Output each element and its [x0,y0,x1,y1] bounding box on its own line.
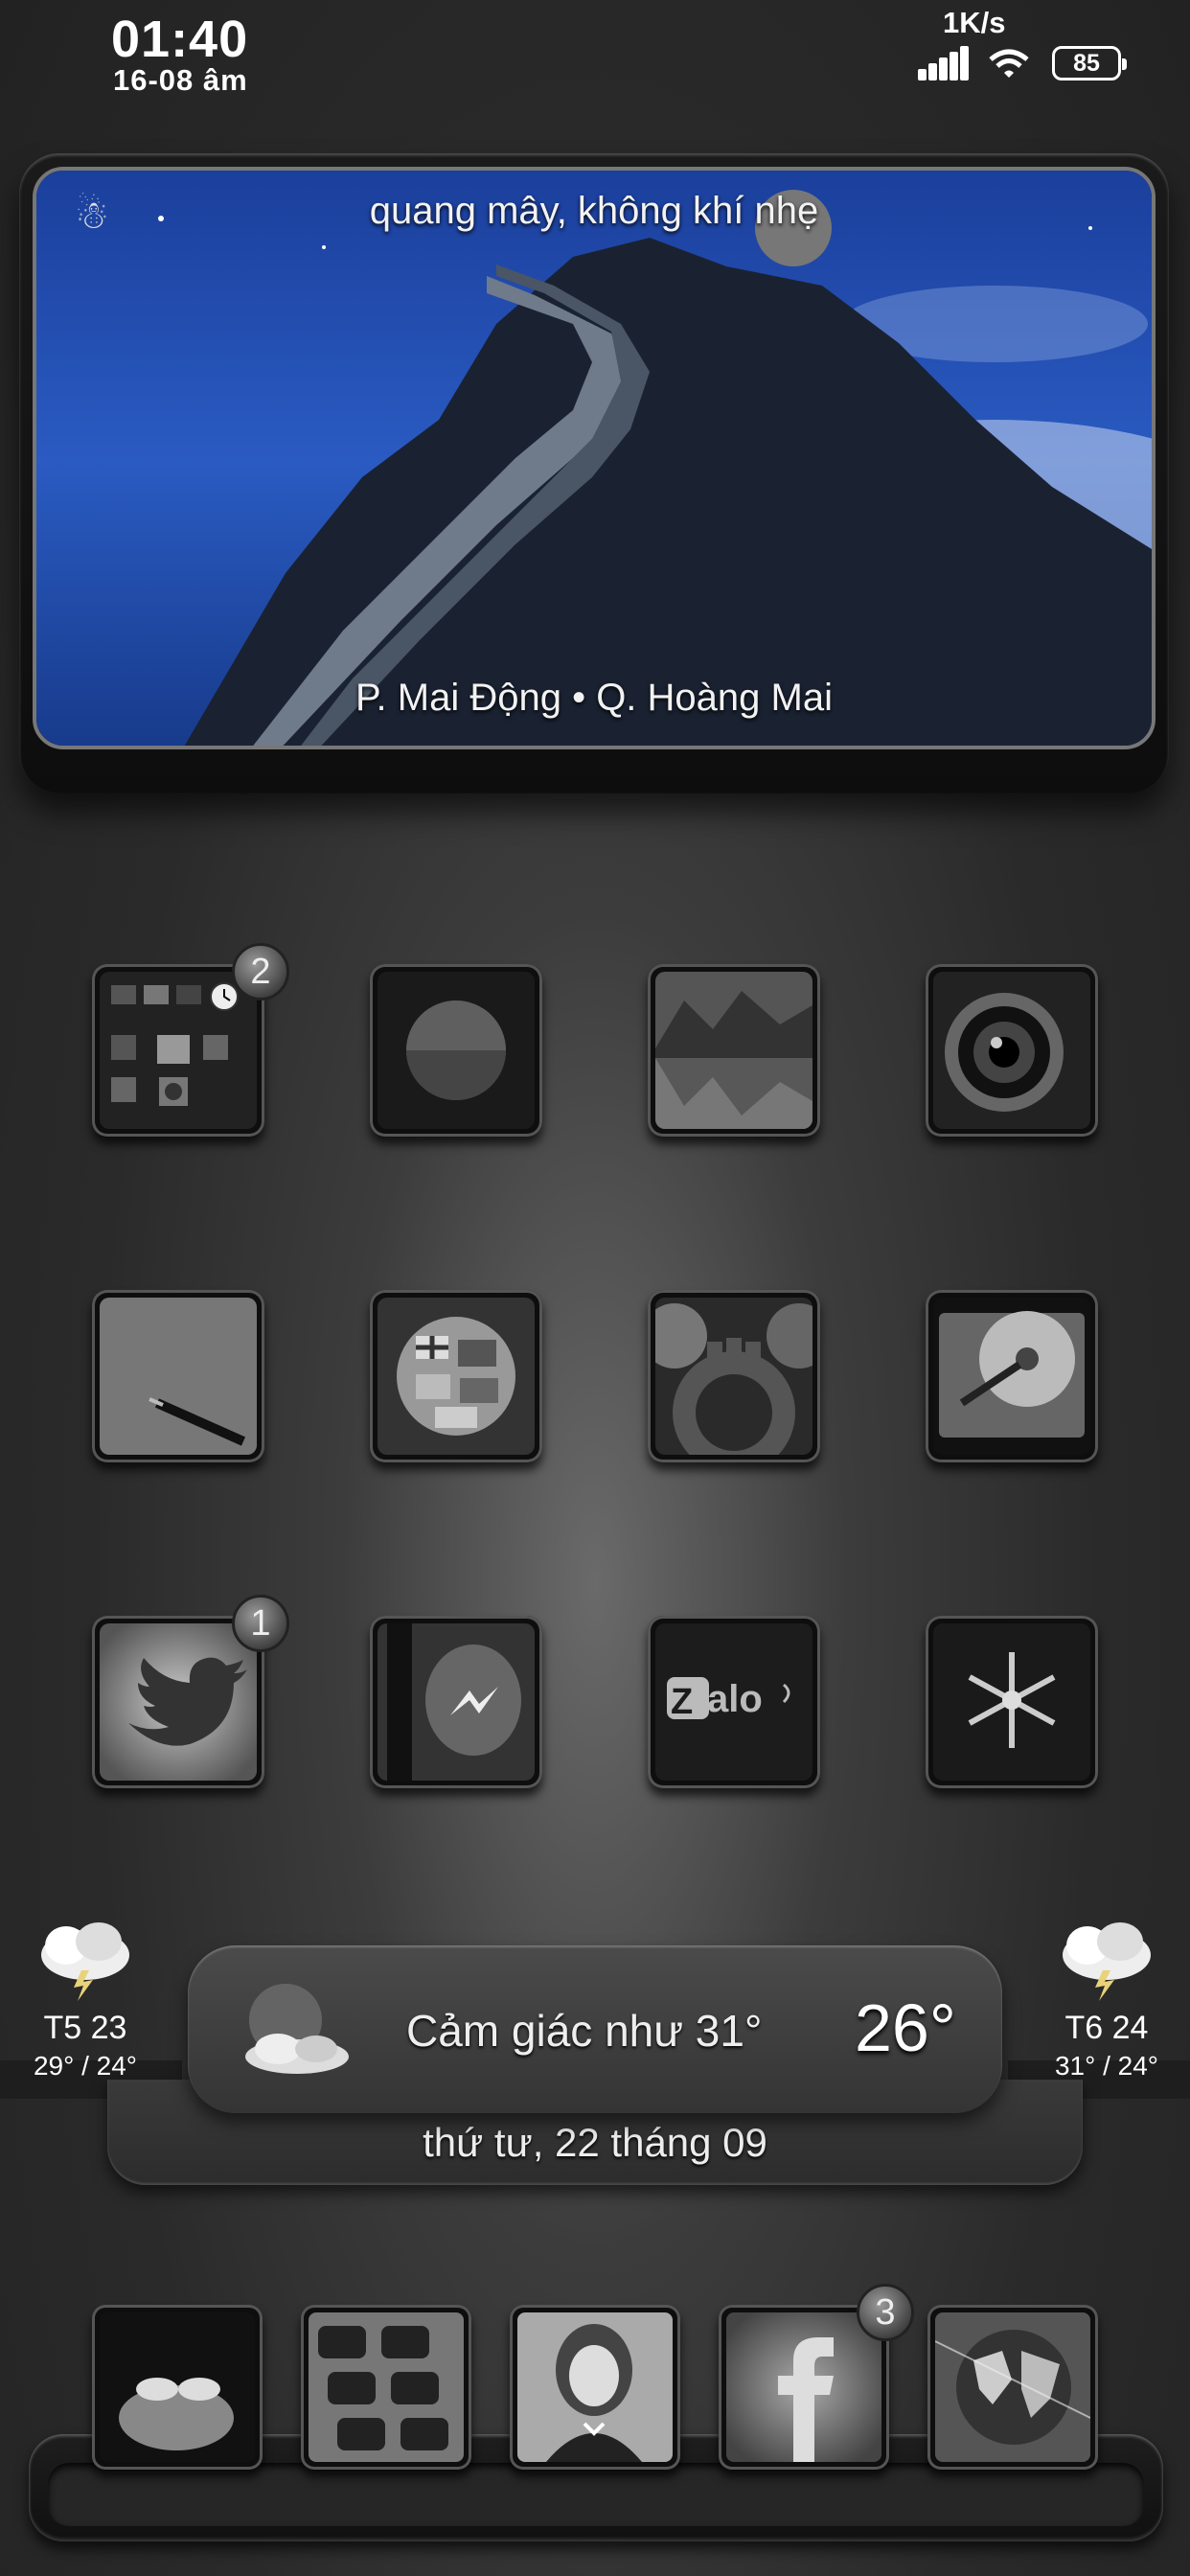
forecast-range: 29° / 24° [33,2051,138,2081]
app-globe-flags[interactable] [370,1290,542,1462]
location-label: P. Mai Động • Q. Hoàng Mai [355,677,833,719]
app-folder[interactable]: 2 [92,943,289,1137]
svg-text:alo: alo [707,1678,763,1720]
battery-level: 85 [1073,49,1100,77]
feels-like: Cảm giác như 31° [406,2006,763,2056]
photo-weather-widget[interactable]: ☃ quang mây, không khí nhẹ P. Mai Động •… [19,153,1169,794]
dock-app-world-map[interactable] [927,2305,1098,2470]
moon-cloud-icon [245,1984,349,2074]
app-hard-drive[interactable] [926,1290,1098,1462]
clock-time: 01:40 [111,11,249,68]
network-speed: 1K/s [943,6,1006,39]
weather-widget[interactable]: Cảm giác như 31° 26° [188,1945,1002,2113]
weather-description: quang mây, không khí nhẹ [369,190,819,232]
notification-badge: 3 [857,2284,914,2341]
forecast-day: T6 24 [1064,2010,1149,2046]
landscape-photo: ☃ quang mây, không khí nhẹ P. Mai Động •… [33,167,1156,749]
current-temperature: 26° [855,1990,956,2065]
storm-cloud-icon [41,1922,129,2001]
forecast-range: 31° / 24° [1054,2051,1159,2081]
storm-cloud-icon [1063,1922,1151,2001]
app-twitter[interactable]: 1 [92,1595,289,1788]
status-bar: 01:40 16-08 âm 1K/s 85 [0,0,1190,105]
app-zalo[interactable]: Zalo [648,1616,820,1788]
app-snowflake[interactable] [926,1616,1098,1788]
forecast-friday[interactable]: T6 24 31° / 24° [1035,1917,1179,2082]
battery-icon: 85 [1052,46,1127,80]
dock-app-keypad[interactable] [301,2305,471,2470]
notification-badge: 1 [232,1595,289,1652]
app-camera-lens[interactable] [926,964,1098,1137]
app-lake[interactable] [648,964,820,1137]
forecast-day: T5 23 [43,2010,127,2046]
dock-app-facebook[interactable]: 3 [719,2284,914,2470]
dock-app-portrait[interactable] [510,2305,680,2470]
notification-badge: 2 [232,943,289,1000]
wifi-icon [989,49,1029,78]
app-pen[interactable] [92,1290,264,1462]
svg-text:Z: Z [671,1682,693,1722]
forecast-thursday[interactable]: T5 23 29° / 24° [13,1917,157,2082]
cellular-signal-icon [918,46,970,80]
full-date: thứ tư, 22 tháng 09 [423,2120,767,2165]
app-gears[interactable] [648,1290,820,1462]
app-moon[interactable] [370,964,542,1137]
dock-app-hands[interactable] [92,2305,263,2470]
lunar-date: 16-08 âm [113,63,248,97]
app-messenger[interactable] [370,1616,542,1788]
